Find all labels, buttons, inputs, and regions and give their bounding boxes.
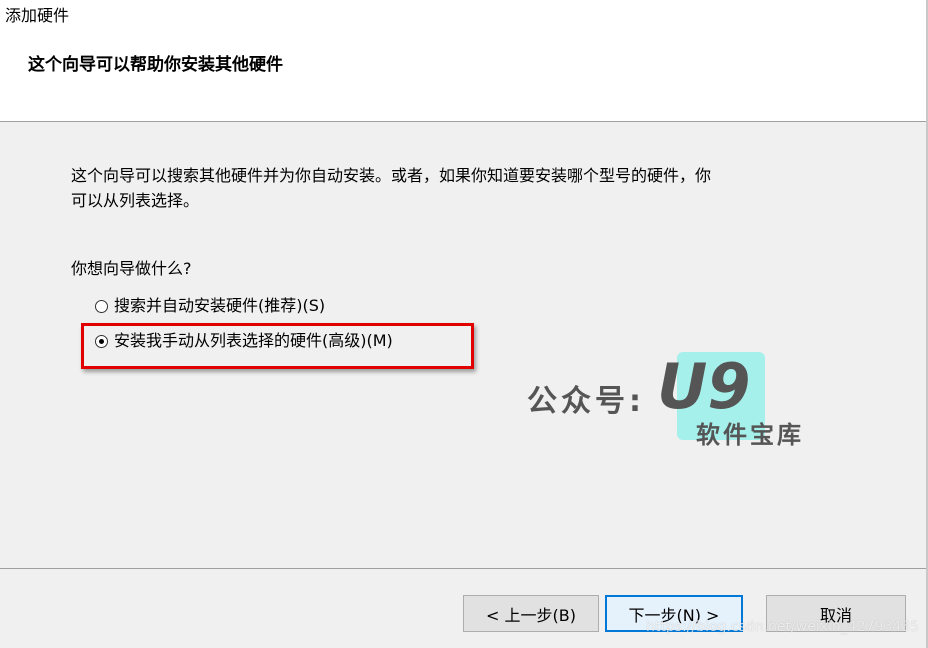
wizard-heading: 这个向导可以帮助你安装其他硬件 <box>28 55 283 75</box>
wizard-content: 这个向导可以搜索其他硬件并为你自动安装。或者，如果你知道要安装哪个型号的硬件，你… <box>0 122 928 568</box>
watermark-subtitle: 软件宝库 <box>696 421 804 449</box>
annotation-highlight-box <box>81 323 474 369</box>
watermark-label: 公众号: <box>527 384 645 419</box>
option-auto-search-label: 搜索并自动安装硬件(推荐)(S) <box>114 296 326 315</box>
intro-text: 这个向导可以搜索其他硬件并为你自动安装。或者，如果你知道要安装哪个型号的硬件，你… <box>71 163 871 213</box>
intro-line-2: 可以从列表选择。 <box>71 191 200 210</box>
option-auto-search[interactable]: 搜索并自动安装硬件(推荐)(S) <box>95 295 325 317</box>
radio-button-icon[interactable] <box>95 299 108 313</box>
footer-divider <box>0 568 926 569</box>
back-button[interactable]: < 上一步(B) <box>463 595 599 632</box>
wizard-header: 添加硬件 这个向导可以帮助你安装其他硬件 <box>0 0 928 121</box>
url-watermark: https://blog.csdn.net/weixin_42793435 <box>646 619 920 635</box>
question-label: 你想向导做什么? <box>71 259 192 278</box>
watermark-logo: U9 <box>657 350 751 423</box>
intro-line-1: 这个向导可以搜索其他硬件并为你自动安装。或者，如果你知道要安装哪个型号的硬件，你 <box>71 166 712 185</box>
window-title: 添加硬件 <box>5 6 70 25</box>
